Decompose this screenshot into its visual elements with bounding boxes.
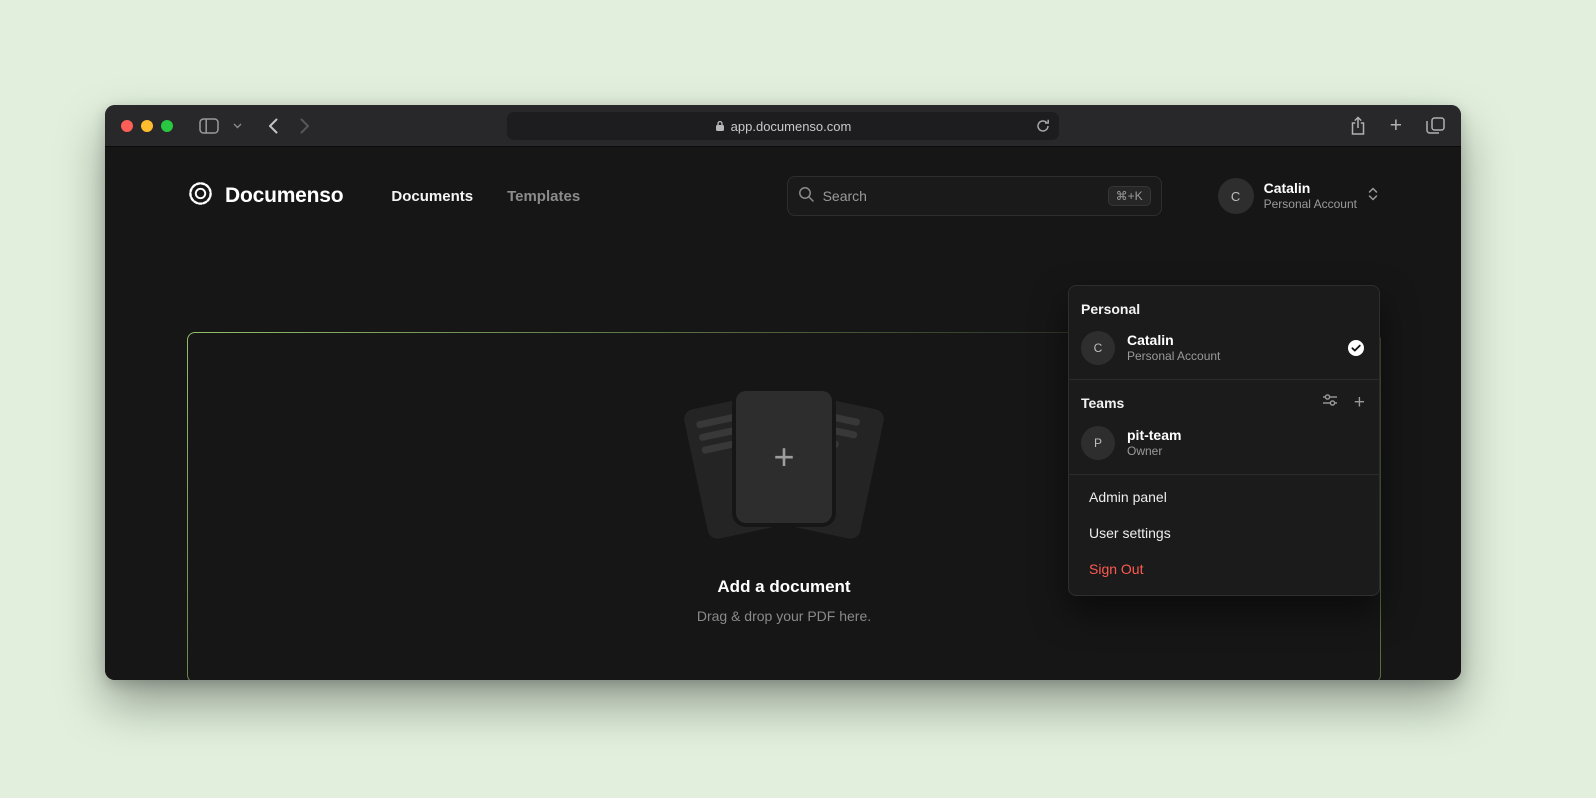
personal-account-item[interactable]: C Catalin Personal Account [1069,324,1379,375]
new-tab-icon[interactable]: + [1390,115,1402,136]
account-type: Personal Account [1264,197,1357,212]
documenso-logo-icon [187,180,214,212]
main-nav: Documents Templates [391,188,580,205]
personal-account-name: Catalin [1127,332,1220,350]
menu-divider [1069,379,1379,380]
sidebar-chevron-down-icon[interactable] [233,123,242,129]
account-name: Catalin [1264,180,1357,198]
personal-account-avatar: C [1081,331,1115,365]
teams-section-heading: Teams [1081,395,1124,411]
minimize-window-button[interactable] [141,120,153,132]
chevron-up-down-icon [1367,186,1379,207]
sidebar-toggle-icon[interactable] [199,118,219,134]
browser-window: app.documenso.com + [105,105,1461,680]
account-avatar: C [1218,178,1254,214]
personal-account-type: Personal Account [1127,349,1220,364]
menu-divider [1069,474,1379,475]
team-role: Owner [1127,444,1181,459]
search-shortcut-badge: ⌘+K [1108,186,1151,206]
team-item[interactable]: P pit-team Owner [1069,419,1379,470]
browser-toolbar: app.documenso.com + [105,105,1461,147]
personal-section-heading: Personal [1069,292,1379,324]
personal-account-text: Catalin Personal Account [1127,332,1220,365]
account-dropdown-menu: Personal C Catalin Personal Account Team… [1068,285,1380,596]
menu-item-admin-panel[interactable]: Admin panel [1069,479,1379,515]
account-text: Catalin Personal Account [1264,180,1357,213]
address-url: app.documenso.com [731,119,852,134]
menu-item-user-settings[interactable]: User settings [1069,515,1379,551]
documenso-logo[interactable]: Documenso [187,180,343,212]
teams-section-header: Teams + [1069,384,1379,419]
team-text: pit-team Owner [1127,427,1181,460]
search-bar[interactable]: ⌘+K [787,176,1162,216]
document-card-center: + [736,391,832,523]
reload-icon[interactable] [1036,119,1050,133]
menu-item-sign-out[interactable]: Sign Out [1069,551,1379,587]
add-team-icon[interactable]: + [1354,393,1365,412]
add-document-icon: + [773,436,794,478]
documenso-app: Documenso Documents Templates ⌘+K C Cata… [105,167,1461,680]
document-stack-illustration: + [679,391,889,541]
search-icon [798,186,814,207]
back-button[interactable] [268,118,278,134]
share-icon[interactable] [1350,116,1366,136]
dropzone-title: Add a document [717,577,850,597]
lock-icon [715,120,725,132]
search-input[interactable] [823,188,1099,204]
nav-documents[interactable]: Documents [391,188,473,205]
window-controls [121,120,173,132]
address-bar[interactable]: app.documenso.com [507,112,1059,140]
app-header: Documenso Documents Templates ⌘+K C Cata… [187,167,1379,225]
account-menu-button[interactable]: C Catalin Personal Account [1218,178,1379,214]
nav-templates[interactable]: Templates [507,188,580,205]
dropzone-subtitle: Drag & drop your PDF here. [697,608,871,624]
selected-check-icon [1347,339,1365,357]
zoom-window-button[interactable] [161,120,173,132]
team-name: pit-team [1127,427,1181,445]
close-window-button[interactable] [121,120,133,132]
toolbar-right-group: + [1350,115,1445,136]
brand-name: Documenso [225,184,343,208]
team-avatar: P [1081,426,1115,460]
toolbar-left-group [199,118,310,134]
teams-actions: + [1322,393,1365,412]
manage-teams-icon[interactable] [1322,393,1338,412]
forward-button[interactable] [300,118,310,134]
tab-overview-icon[interactable] [1426,117,1445,134]
